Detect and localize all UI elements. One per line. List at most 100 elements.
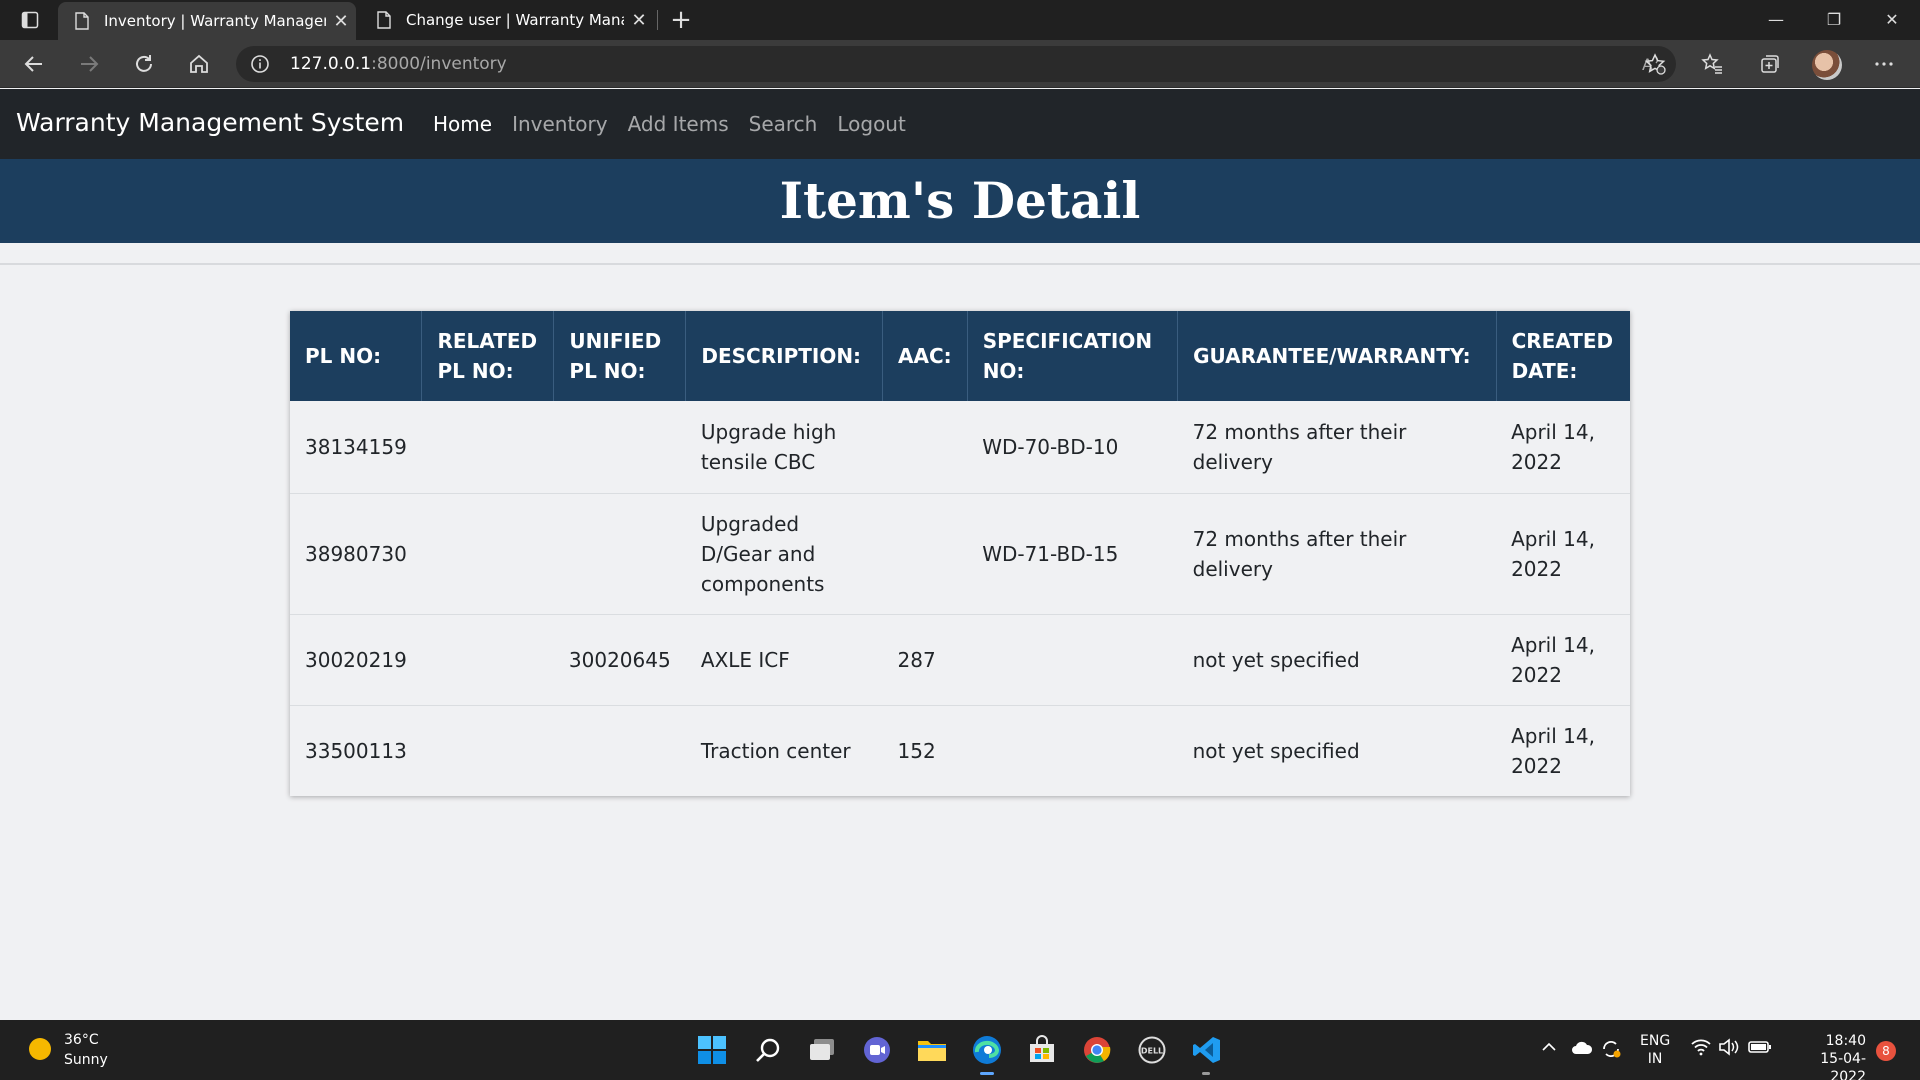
sync-icon[interactable] (1600, 1038, 1622, 1064)
system-clock[interactable]: 18:40 15-04-2022 (1786, 1032, 1866, 1080)
page-header: Item's Detail (0, 159, 1920, 243)
table-row: 33500113 Traction center 152 not yet spe… (290, 704, 1630, 796)
add-favorite-icon[interactable] (1637, 48, 1673, 80)
cell-aac: 287 (882, 613, 968, 705)
teams-chat-icon[interactable] (860, 1033, 894, 1067)
store-icon[interactable] (1025, 1033, 1059, 1067)
clock-date: 15-04-2022 (1820, 1051, 1866, 1080)
items-table: PL NO: RELATED PL NO: UNIFIED PL NO: DES… (290, 311, 1630, 796)
back-icon[interactable] (16, 48, 52, 80)
language-indicator[interactable]: ENG IN (1640, 1032, 1670, 1068)
address-bar[interactable]: 127.0.0.1:8000/inventory A (236, 46, 1676, 82)
nav-logout-link[interactable]: Logout (837, 112, 905, 136)
divider (0, 263, 1920, 265)
restore-icon[interactable]: ❐ (1806, 0, 1862, 40)
running-app-indicator (1202, 1072, 1210, 1075)
close-window-icon[interactable]: ✕ (1864, 0, 1920, 40)
home-icon[interactable] (181, 48, 217, 80)
sun-icon[interactable] (29, 1038, 51, 1060)
header-pl-no: PL NO: (290, 311, 423, 401)
cell-pl-no: 38980730 (290, 492, 422, 614)
start-icon[interactable] (695, 1033, 729, 1067)
cell-pl-no: 38134159 (305, 434, 407, 459)
vscode-icon[interactable] (1190, 1033, 1224, 1067)
nav-links: Home Inventory Add Items Search Logout (433, 112, 906, 136)
tab-change-user[interactable]: Change user | Warranty Management System… (360, 0, 654, 40)
tab-title: Inventory | Warranty Management System (104, 12, 326, 30)
volume-icon[interactable] (1718, 1038, 1740, 1060)
tab-inventory[interactable]: Inventory | Warranty Management System ✕ (58, 2, 356, 40)
cell-created-date: April 14, 2022 (1511, 419, 1595, 474)
cell-created-date: April 14, 2022 (1496, 492, 1630, 614)
forward-icon[interactable] (71, 48, 107, 80)
battery-icon[interactable] (1748, 1038, 1772, 1060)
header-related-pl-no: RELATED PL NO: (421, 311, 555, 401)
favorites-icon[interactable] (1694, 48, 1730, 80)
cell-specification-no: WD-70-BD-10 (982, 434, 1119, 459)
cell-description: Upgraded D/Gear and components (685, 492, 883, 614)
minimize-icon[interactable]: — (1748, 0, 1804, 40)
nav-inventory-link[interactable]: Inventory (512, 112, 608, 136)
weather-temperature[interactable]: 36°C (64, 1032, 99, 1048)
site-brand[interactable]: Warranty Management System (16, 108, 404, 137)
close-tab-icon[interactable]: ✕ (326, 11, 356, 32)
cell-related-pl-no (421, 613, 554, 705)
cell-related-pl-no (421, 704, 554, 796)
cell-aac: 152 (882, 704, 968, 796)
cell-guarantee-warranty: not yet specified (1177, 613, 1497, 705)
cell-aac (882, 492, 968, 614)
nav-home-link[interactable]: Home (433, 112, 492, 136)
close-tab-icon[interactable]: ✕ (624, 10, 654, 31)
nav-search-link[interactable]: Search (749, 112, 818, 136)
browser-toolbar: 127.0.0.1:8000/inventory A (0, 40, 1920, 88)
cell-description: Upgrade high tensile CBC (700, 419, 837, 474)
cell-created-date: April 14, 2022 (1496, 613, 1630, 705)
browser-tab-strip: Inventory | Warranty Management System ✕… (0, 0, 1920, 40)
page-icon (377, 11, 391, 29)
active-app-indicator (980, 1072, 994, 1075)
cell-unified-pl-no: 30020645 (553, 613, 686, 705)
cell-unified-pl-no (554, 401, 686, 493)
header-aac: AAC: (882, 311, 968, 401)
more-options-icon[interactable] (1866, 48, 1902, 80)
wifi-icon[interactable] (1690, 1038, 1712, 1060)
cell-related-pl-no (422, 401, 554, 493)
url-text: 127.0.0.1:8000/inventory (290, 54, 507, 74)
cell-unified-pl-no (553, 492, 686, 614)
items-table-container: PL NO: RELATED PL NO: UNIFIED PL NO: DES… (290, 311, 1630, 796)
table-row: 38134159 Upgrade high tensile CBC WD-70-… (290, 401, 1630, 493)
onedrive-icon[interactable] (1570, 1038, 1594, 1060)
notification-badge[interactable]: 8 (1876, 1041, 1896, 1061)
refresh-icon[interactable] (126, 48, 162, 80)
page-icon (75, 12, 89, 30)
region-code: IN (1647, 1051, 1663, 1067)
clock-time: 18:40 (1825, 1033, 1866, 1049)
cell-specification-no (967, 704, 1178, 796)
header-guarantee-warranty: GUARANTEE/WARRANTY: (1177, 311, 1497, 401)
cell-aac (883, 401, 968, 493)
language-code: ENG (1640, 1033, 1671, 1049)
dell-icon[interactable]: DELL (1135, 1033, 1169, 1067)
task-view-icon[interactable] (806, 1033, 840, 1067)
header-specification-no: SPECIFICATION NO: (967, 311, 1179, 401)
cell-guarantee-warranty: 72 months after their delivery (1177, 492, 1497, 614)
tab-actions-button[interactable] (14, 8, 46, 32)
info-icon[interactable] (250, 54, 270, 74)
new-tab-button[interactable]: + (666, 4, 696, 36)
collections-icon[interactable] (1752, 48, 1788, 80)
chrome-icon[interactable] (1080, 1033, 1114, 1067)
header-unified-pl-no: UNIFIED PL NO: (553, 311, 687, 401)
search-icon[interactable] (751, 1033, 785, 1067)
cell-description: AXLE ICF (685, 613, 883, 705)
chevron-up-icon[interactable] (1540, 1038, 1558, 1060)
table-row: 38980730 Upgraded D/Gear and components … (290, 492, 1630, 614)
nav-add-items-link[interactable]: Add Items (628, 112, 729, 136)
profile-avatar[interactable] (1812, 50, 1842, 80)
header-description: DESCRIPTION: (685, 311, 884, 401)
edge-icon[interactable] (970, 1033, 1004, 1067)
weather-description[interactable]: Sunny (64, 1052, 108, 1068)
file-explorer-icon[interactable] (915, 1033, 949, 1067)
cell-specification-no (967, 613, 1178, 705)
header-created-date: CREATED DATE: (1496, 311, 1630, 401)
cell-guarantee-warranty: not yet specified (1177, 704, 1497, 796)
